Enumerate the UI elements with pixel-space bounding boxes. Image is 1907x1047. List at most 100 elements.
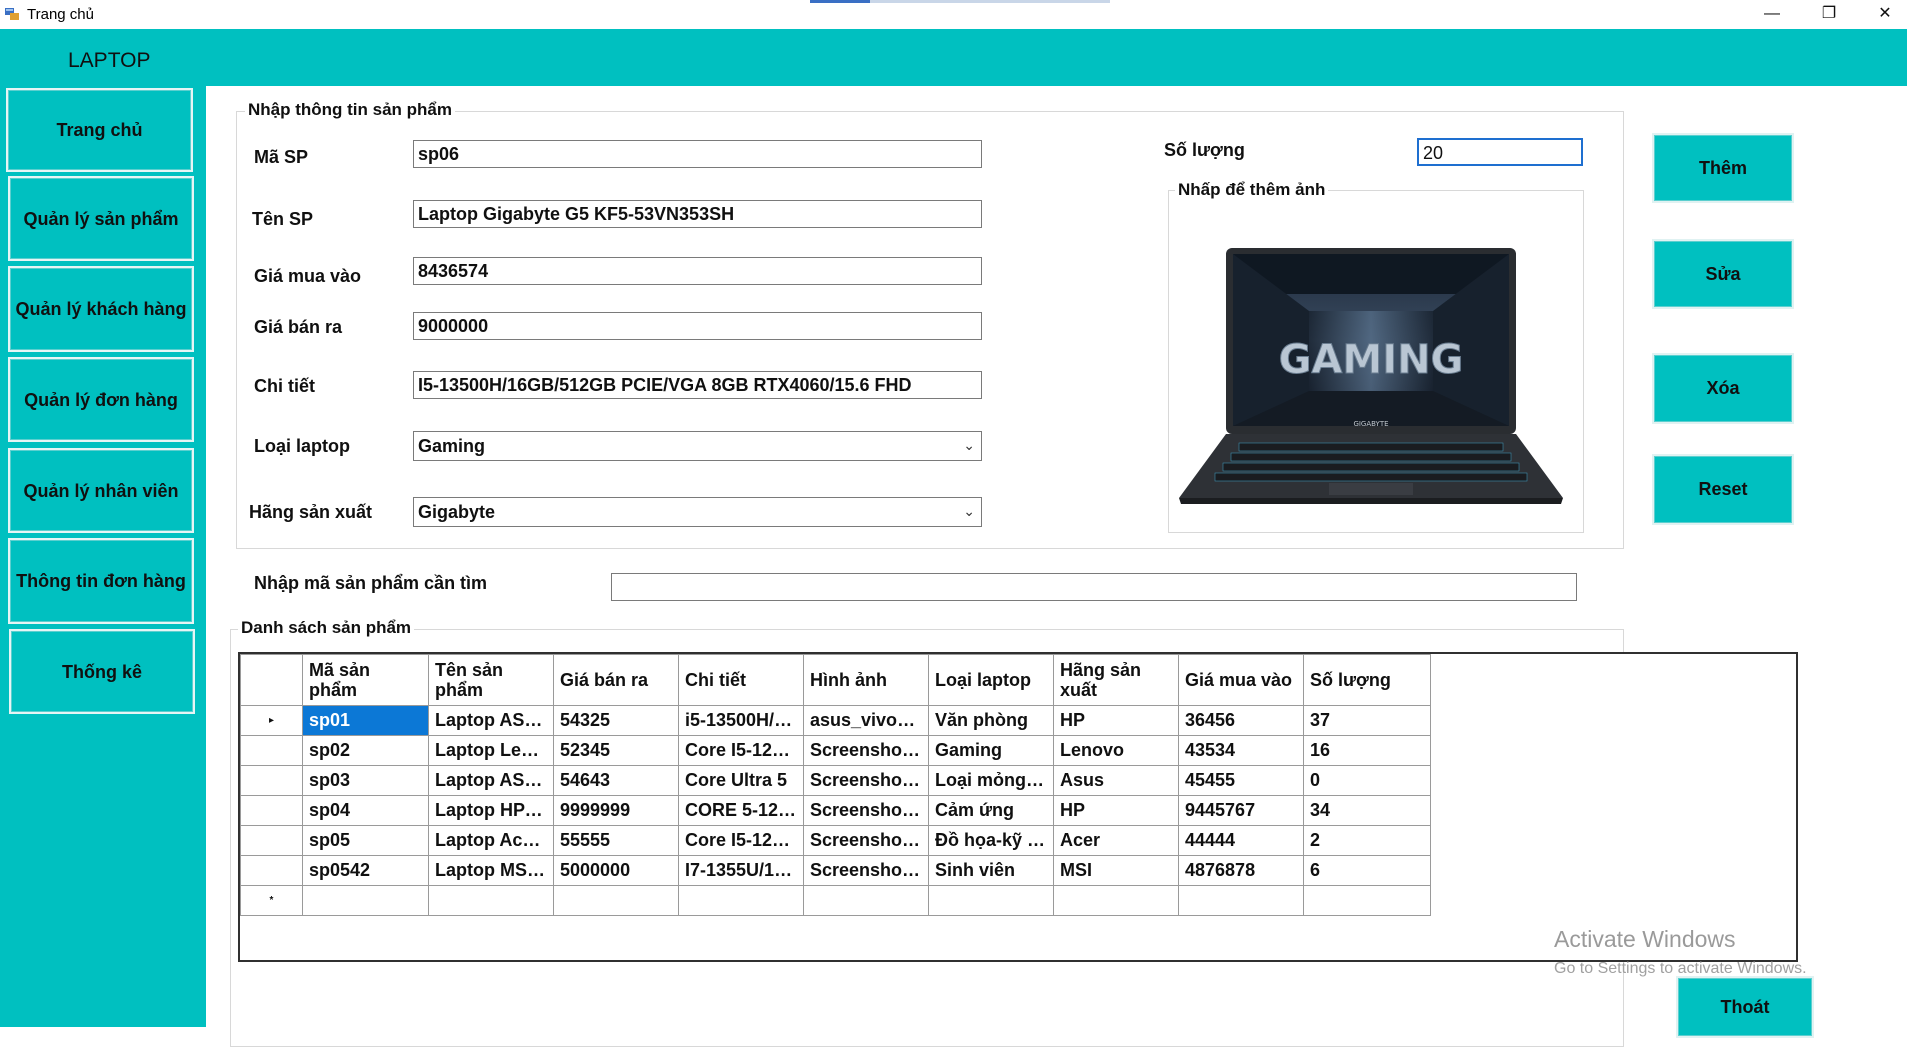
row-header[interactable]: * (240, 885, 303, 916)
table-cell[interactable]: Screenshot.png (803, 855, 929, 886)
table-cell[interactable]: 36456 (1178, 705, 1304, 736)
table-row[interactable]: sp04Laptop HP Pavilion9999999CORE 5-120U… (240, 795, 1431, 826)
table-cell[interactable]: sp04 (302, 795, 429, 826)
chevron-down-icon[interactable]: ⌄ (963, 503, 975, 520)
table-cell[interactable] (803, 885, 929, 916)
table-cell[interactable]: CORE 5-120U (678, 795, 804, 826)
sidebar-item-orders[interactable]: Quản lý đơn hàng (8, 357, 194, 442)
table-cell[interactable] (1178, 885, 1304, 916)
table-cell[interactable] (678, 885, 804, 916)
product-code-field[interactable]: sp06 (413, 140, 982, 168)
table-cell[interactable] (553, 885, 679, 916)
table-cell[interactable]: sp0542 (302, 855, 429, 886)
table-cell[interactable] (1053, 885, 1179, 916)
table-cell[interactable]: 5000000 (553, 855, 679, 886)
reset-button[interactable]: Reset (1652, 454, 1794, 525)
table-cell[interactable]: 37 (1303, 705, 1431, 736)
table-cell[interactable]: 4876878 (1178, 855, 1304, 886)
table-cell[interactable]: 52345 (553, 735, 679, 766)
table-row[interactable]: ▸sp01Laptop ASUS Vivobook54325i5-13500H/… (240, 705, 1431, 736)
table-cell[interactable]: Laptop HP Pavilion (428, 795, 554, 826)
column-header[interactable]: Giá mua vào (1178, 654, 1304, 706)
table-cell[interactable]: Cảm ứng (928, 795, 1054, 826)
column-header[interactable]: Giá bán ra (553, 654, 679, 706)
product-table[interactable]: Mã sản phẩm Tên sản phẩm Giá bán ra Chi … (238, 652, 1798, 962)
table-cell[interactable]: Screenshot.png (803, 825, 929, 856)
sidebar-item-products[interactable]: Quản lý sản phẩm (8, 176, 194, 261)
table-cell[interactable]: Đồ họa-kỹ thuật (928, 825, 1054, 856)
product-name-field[interactable]: Laptop Gigabyte G5 KF5-53VN353SH (413, 200, 982, 228)
table-cell[interactable]: 6 (1303, 855, 1431, 886)
column-header[interactable]: Hình ảnh (803, 654, 929, 706)
table-cell[interactable]: sp01 (302, 705, 429, 736)
table-cell[interactable]: Core I5-12450H (678, 735, 804, 766)
table-cell[interactable]: 34 (1303, 795, 1431, 826)
table-cell[interactable]: 0 (1303, 765, 1431, 796)
table-cell[interactable]: Sinh viên (928, 855, 1054, 886)
table-cell[interactable]: Lenovo (1053, 735, 1179, 766)
purchase-price-field[interactable]: 8436574 (413, 257, 982, 285)
table-row[interactable]: sp02 Laptop Lenovo 52345 Core I5-12450H Scre… (240, 735, 1431, 766)
laptop-type-select[interactable]: Gaming ⌄ (413, 431, 982, 461)
table-row[interactable]: sp03 Laptop ASUS 54643 Core Ultra 5 Screensh… (240, 765, 1431, 796)
table-cell[interactable]: Screenshot.png (803, 795, 929, 826)
table-cell[interactable] (928, 885, 1054, 916)
laptop-photo-icon[interactable]: GAMING GIGABYTE (1169, 191, 1585, 534)
table-cell[interactable]: Screenshot.png (803, 735, 929, 766)
row-header[interactable] (240, 765, 303, 796)
details-field[interactable]: I5-13500H/16GB/512GB PCIE/VGA 8GB RTX406… (413, 371, 982, 399)
row-header[interactable] (240, 735, 303, 766)
maximize-button[interactable]: ❐ (1806, 0, 1852, 29)
chevron-down-icon[interactable]: ⌄ (963, 437, 975, 454)
table-cell[interactable]: Laptop Acer Nitro (428, 825, 554, 856)
table-cell[interactable]: Laptop MSI Modern (428, 855, 554, 886)
table-cell[interactable]: Laptop ASUS Vivobook (428, 705, 554, 736)
table-cell[interactable]: 54643 (553, 765, 679, 796)
table-cell[interactable]: Core I5-12500H (678, 825, 804, 856)
sidebar-item-statistics[interactable]: Thống kê (9, 629, 195, 714)
table-cell[interactable]: Laptop ASUS (428, 765, 554, 796)
quantity-field[interactable]: 20 (1417, 138, 1583, 166)
row-header[interactable] (240, 825, 303, 856)
table-cell[interactable] (1303, 885, 1431, 916)
table-cell[interactable]: Loại mỏng nhẹ (928, 765, 1054, 796)
table-cell[interactable]: 9445767 (1178, 795, 1304, 826)
table-cell[interactable]: Core Ultra 5 (678, 765, 804, 796)
manufacturer-select[interactable]: Gigabyte ⌄ (413, 497, 982, 527)
table-cell[interactable]: 9999999 (553, 795, 679, 826)
delete-button[interactable]: Xóa (1652, 353, 1794, 424)
exit-button[interactable]: Thoát (1676, 976, 1814, 1038)
table-cell[interactable]: 45455 (1178, 765, 1304, 796)
table-cell[interactable]: 54325 (553, 705, 679, 736)
table-cell[interactable]: HP (1053, 705, 1179, 736)
sidebar-item-home[interactable]: Trang chủ (6, 88, 193, 172)
sidebar-item-employees[interactable]: Quản lý nhân viên (8, 448, 194, 533)
table-cell[interactable]: sp03 (302, 765, 429, 796)
table-cell[interactable]: sp05 (302, 825, 429, 856)
table-cell[interactable]: sp02 (302, 735, 429, 766)
table-cell[interactable]: Văn phòng (928, 705, 1054, 736)
table-cell[interactable]: 55555 (553, 825, 679, 856)
table-cell[interactable]: 43534 (1178, 735, 1304, 766)
sidebar-item-order-info[interactable]: Thông tin đơn hàng (8, 538, 194, 624)
table-cell[interactable]: i5-13500H/16GB (678, 705, 804, 736)
table-row[interactable]: sp0542Laptop MSI Modern5000000I7-1355U/1… (240, 855, 1431, 886)
table-cell[interactable]: Gaming (928, 735, 1054, 766)
sidebar-item-customers[interactable]: Quản lý khách hàng (8, 266, 194, 352)
table-cell[interactable]: Screenshot.png (803, 765, 929, 796)
edit-button[interactable]: Sửa (1652, 239, 1794, 309)
row-header[interactable]: ▸ (240, 705, 303, 736)
table-cell[interactable]: 16 (1303, 735, 1431, 766)
column-header[interactable]: Tên sản phẩm (428, 654, 554, 706)
table-cell[interactable]: Laptop Lenovo (428, 735, 554, 766)
search-input[interactable] (611, 573, 1577, 601)
column-header[interactable]: Mã sản phẩm (302, 654, 429, 706)
table-cell[interactable]: Asus (1053, 765, 1179, 796)
minimize-button[interactable]: — (1749, 0, 1795, 29)
column-header[interactable]: Hãng sản xuất (1053, 654, 1179, 706)
table-cell[interactable]: asus_vivobook.jpg (803, 705, 929, 736)
table-row[interactable]: sp05Laptop Acer Nitro55555Core I5-12500H… (240, 825, 1431, 856)
add-button[interactable]: Thêm (1652, 133, 1794, 203)
row-header[interactable] (240, 795, 303, 826)
table-cell[interactable]: 44444 (1178, 825, 1304, 856)
